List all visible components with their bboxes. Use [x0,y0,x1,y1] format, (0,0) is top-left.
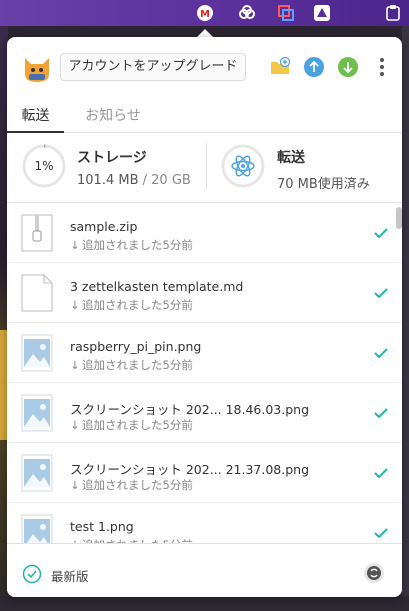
sync-status-icon[interactable] [363,562,385,584]
completed-check-icon [373,405,389,421]
download-icon[interactable] [337,56,359,78]
file-status: ↓追加されました5分前 [70,297,193,313]
document-file-icon [21,274,53,312]
completed-check-icon [373,285,389,301]
zip-file-icon [21,214,53,252]
stats-divider [206,143,207,189]
image-file-icon [21,454,53,492]
file-status-text: 追加されました5分前 [82,418,193,432]
file-row[interactable]: 3 zettelkasten template.md ↓ 追加されました5分前 [7,263,402,323]
storage-percent-label: 1% [34,159,54,173]
file-row[interactable]: スクリーンショット 202... 18.46.03.png ↓ 追加されました5分前 [7,383,402,443]
drive-tray-icon[interactable] [313,4,331,22]
add-folder-icon[interactable] [269,56,291,78]
upgrade-account-button[interactable]: アカウントをアップグレード [60,53,246,81]
completed-check-icon [373,345,389,361]
file-status: ↓追加されました5分前 [70,477,193,493]
tab-notifications[interactable]: お知らせ [73,105,153,133]
storage-separator: / [138,173,152,188]
sync-popover: アカウントをアップグレード 転送 お知らせ 1% ストレージ 101.4 MB … [7,37,402,597]
transfer-title: 転送 [277,150,305,166]
storage-total: 20 GB [151,173,191,188]
tab-bar: 転送 お知らせ [7,99,402,133]
file-name: スクリーンショット 202... 18.46.03.png [70,402,310,417]
mega-tray-icon[interactable]: M [196,4,214,22]
transfer-atom-icon [221,144,265,188]
file-name: sample.zip [70,219,138,234]
storage-usage-text: 101.4 MB / 20 GB [77,173,191,188]
more-menu-icon[interactable] [371,56,393,78]
file-name: 3 zettelkasten template.md [70,279,244,294]
completed-check-icon [373,525,389,541]
file-status-text: 追加されました5分前 [82,238,193,252]
usage-stats: 1% ストレージ 101.4 MB / 20 GB 転送 70 MB使用済み [7,133,402,203]
image-file-icon [21,394,53,432]
download-arrow-icon: ↓ [70,418,80,432]
version-status: 最新版 [51,569,89,584]
file-status: ↓追加されました5分前 [70,237,193,253]
upload-icon[interactable] [303,56,325,78]
file-status-text: 追加されました5分前 [82,298,193,312]
app-tray-icon[interactable] [277,4,295,22]
up-to-date-check-icon [22,564,42,584]
scrollbar-thumb[interactable] [396,207,402,229]
desktop-background-right [402,26,409,611]
file-name: raspberry_pi_pin.png [70,339,202,354]
image-file-icon [21,514,53,543]
download-arrow-icon: ↓ [70,358,80,372]
tab-transfers[interactable]: 転送 [7,105,64,133]
image-file-icon [21,334,53,372]
cat-avatar-icon[interactable] [21,52,53,84]
clipboard-tray-icon[interactable] [384,4,402,22]
download-arrow-icon: ↓ [70,238,80,252]
menubar: M [0,0,409,26]
file-row[interactable]: test 1.png↓追加されました5分前 [7,503,402,543]
popover-header: アカウントをアップグレード [7,37,402,99]
file-row[interactable]: スクリーンショット 202... 21.37.08.png ↓ 追加されました5分前 [7,443,402,503]
completed-check-icon [373,465,389,481]
transfer-list[interactable]: sample.zip ↓ 追加されました5分前 3 zettelkasten temp… [7,203,402,543]
file-status: ↓追加されました5分前 [70,357,193,373]
file-name: test 1.png [70,519,134,534]
svg-text:M: M [200,9,210,20]
file-row[interactable]: sample.zip ↓ 追加されました5分前 [7,203,402,263]
popover-footer: 最新版 [7,543,402,597]
storage-used: 101.4 MB [77,173,139,188]
file-status-text: 追加されました5分前 [82,478,193,492]
completed-check-icon [373,225,389,241]
transfer-used: 70 MB使用済み [277,177,370,192]
download-arrow-icon: ↓ [70,298,80,312]
download-arrow-icon: ↓ [70,478,80,492]
file-status-text: 追加されました5分前 [82,358,193,372]
storage-title: ストレージ [77,150,147,166]
file-name: スクリーンショット 202... 21.37.08.png [70,462,310,477]
desktop-background-bottom [0,596,409,611]
file-status: ↓追加されました5分前 [70,417,193,433]
file-row[interactable]: raspberry_pi_pin.png ↓ 追加されました5分前 [7,323,402,383]
creative-cloud-tray-icon[interactable] [238,4,256,22]
